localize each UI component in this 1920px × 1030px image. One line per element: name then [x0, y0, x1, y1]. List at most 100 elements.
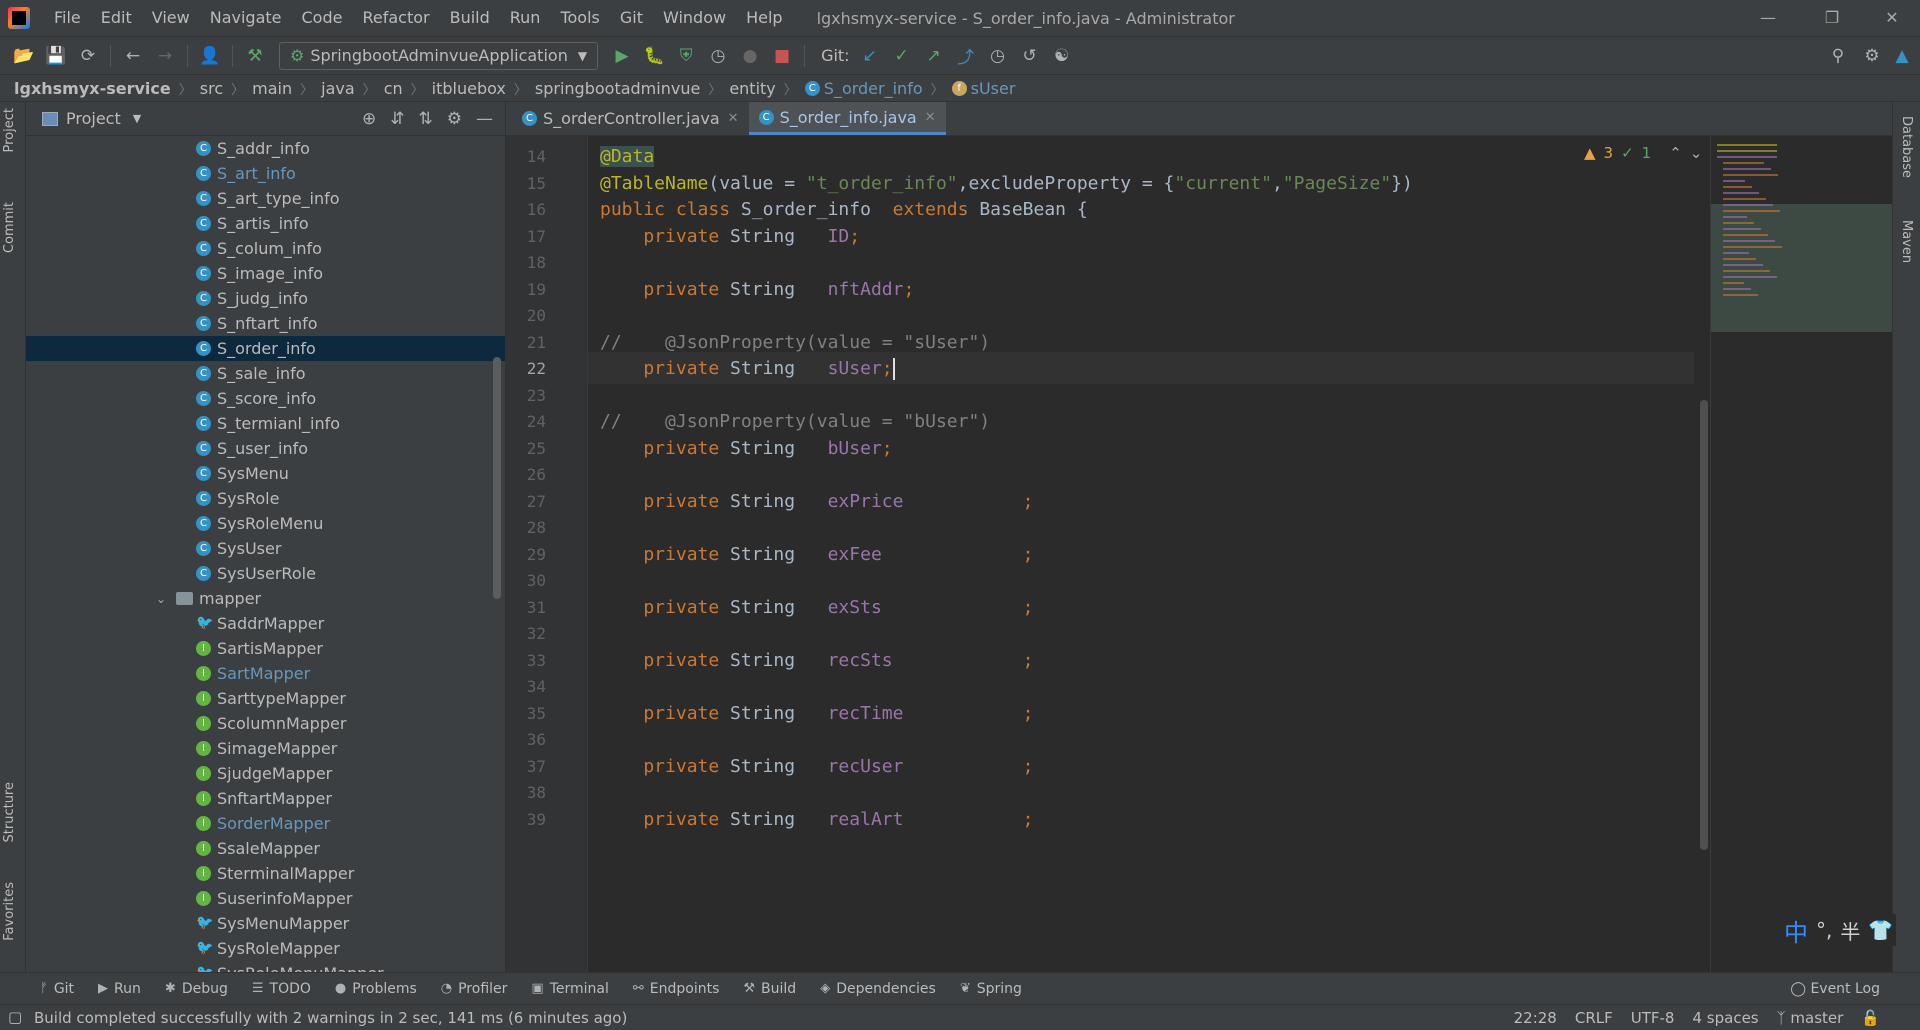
- profile-icon[interactable]: ◷: [704, 42, 732, 70]
- tree-item[interactable]: I SnftartMapper: [26, 786, 505, 811]
- close-window-icon[interactable]: ✕: [1864, 0, 1920, 36]
- toolbox-icon[interactable]: ▲: [1888, 42, 1916, 70]
- stop-icon[interactable]: ■: [768, 42, 796, 70]
- tree-item[interactable]: C SysUser: [26, 536, 505, 561]
- lock-icon[interactable]: 🔓: [1861, 1009, 1880, 1027]
- status-message[interactable]: Build completed successfully with 2 warn…: [34, 1009, 627, 1027]
- tree-item[interactable]: I SsaleMapper: [26, 836, 505, 861]
- tool-window-git[interactable]: ᚠ Git: [40, 981, 74, 997]
- code-line[interactable]: // @JsonProperty(value = "bUser"): [600, 407, 990, 437]
- code-line[interactable]: private String exPrice ;: [600, 487, 1033, 517]
- git-branch[interactable]: ᛉ master: [1777, 1009, 1844, 1027]
- tool-window-terminal[interactable]: ▣ Terminal: [531, 981, 608, 997]
- tree-item[interactable]: 🐦 SysRoleMapper: [26, 936, 505, 961]
- menu-git[interactable]: Git: [610, 0, 653, 36]
- menu-tools[interactable]: Tools: [550, 0, 609, 36]
- tab-database[interactable]: Database: [1899, 116, 1914, 178]
- collapse-all-icon[interactable]: ⇅: [419, 109, 433, 129]
- code-line[interactable]: private String recSts ;: [600, 646, 1033, 676]
- tree-item[interactable]: C S_image_info: [26, 261, 505, 286]
- close-tab-icon[interactable]: ✕: [728, 111, 739, 126]
- menu-help[interactable]: Help: [736, 0, 792, 36]
- tree-item[interactable]: C SysUserRole: [26, 561, 505, 586]
- breadcrumb-item[interactable]: lgxhsmyx-service: [14, 79, 171, 98]
- code-line[interactable]: @Data: [600, 142, 655, 172]
- tree-item[interactable]: 🐦 SysMenuMapper: [26, 911, 505, 936]
- tree-item[interactable]: C SysMenu: [26, 461, 505, 486]
- tree-item[interactable]: 🐦SysRoleMenuMapper: [26, 961, 505, 972]
- code-line[interactable]: private String realArt ;: [600, 805, 1033, 835]
- file-encoding[interactable]: UTF-8: [1631, 1009, 1675, 1027]
- code-editor[interactable]: @Data @TableName(value = "t_order_info",e…: [588, 136, 1694, 972]
- code-line[interactable]: private String nftAddr;: [600, 275, 914, 305]
- code-minimap[interactable]: [1710, 136, 1893, 972]
- tree-item[interactable]: C S_sale_info: [26, 361, 505, 386]
- breadcrumb-item[interactable]: entity: [729, 79, 775, 98]
- tree-item[interactable]: I SartMapper: [26, 661, 505, 686]
- tool-window-spring[interactable]: ❦ Spring: [960, 981, 1022, 997]
- code-line[interactable]: private String recTime ;: [600, 699, 1033, 729]
- forward-icon[interactable]: →: [151, 42, 179, 70]
- tree-item[interactable]: C S_score_info: [26, 386, 505, 411]
- tree-item[interactable]: C S_artis_info: [26, 211, 505, 236]
- editor-scrollbar[interactable]: [1700, 400, 1708, 850]
- chevron-down-icon[interactable]: ⌄: [156, 592, 170, 606]
- editor-tab[interactable]: C S_orderController.java ✕: [512, 102, 749, 135]
- tree-item[interactable]: I ScolumnMapper: [26, 711, 505, 736]
- line-separator[interactable]: CRLF: [1575, 1009, 1613, 1027]
- close-tab-icon[interactable]: ✕: [925, 110, 936, 125]
- run-icon[interactable]: ▶: [608, 42, 636, 70]
- menu-build[interactable]: Build: [440, 0, 500, 36]
- tree-item[interactable]: C S_order_info: [26, 336, 505, 361]
- breadcrumb-item[interactable]: S_order_info: [824, 79, 923, 98]
- menu-refactor[interactable]: Refactor: [352, 0, 439, 36]
- tool-window-todo[interactable]: ☰ TODO: [252, 981, 311, 997]
- tree-item[interactable]: I SorderMapper: [26, 811, 505, 836]
- tree-item[interactable]: 🐦 SaddrMapper: [26, 611, 505, 636]
- code-line[interactable]: private String ID;: [600, 222, 860, 252]
- locate-icon[interactable]: ⊕: [362, 109, 376, 129]
- tree-item[interactable]: C SysRoleMenu: [26, 511, 505, 536]
- tree-item[interactable]: C S_user_info: [26, 436, 505, 461]
- debug-icon[interactable]: 🐛: [640, 42, 668, 70]
- user-icon[interactable]: 👤: [196, 42, 224, 70]
- tree-item[interactable]: C S_termianl_info: [26, 411, 505, 436]
- tab-favorites[interactable]: Favorites: [2, 882, 17, 941]
- tree-item[interactable]: I SuserinfoMapper: [26, 886, 505, 911]
- coverage-icon[interactable]: ⛨: [672, 42, 700, 70]
- git-commit-icon[interactable]: ✓: [888, 42, 916, 70]
- git-push-icon[interactable]: ↗: [920, 42, 948, 70]
- tab-maven[interactable]: Maven: [1899, 220, 1914, 263]
- tab-structure[interactable]: Structure: [2, 782, 17, 842]
- open-folder-icon[interactable]: 📂: [10, 42, 38, 70]
- build-hammer-icon[interactable]: ⚒: [241, 42, 269, 70]
- tree-item[interactable]: I SimageMapper: [26, 736, 505, 761]
- inspection-widget[interactable]: ▲ 3 ✓ 1 ⌃ ⌄: [1584, 144, 1702, 162]
- project-tree-scrollbar[interactable]: [493, 357, 501, 599]
- menu-file[interactable]: File: [44, 0, 91, 36]
- attach-icon[interactable]: ●: [736, 42, 764, 70]
- history-icon[interactable]: ◷: [984, 42, 1012, 70]
- next-highlight-icon[interactable]: ⌄: [1690, 144, 1703, 162]
- breadcrumb-item[interactable]: cn: [384, 79, 403, 98]
- tab-project[interactable]: Project: [2, 108, 17, 152]
- restore-icon[interactable]: ❐: [1804, 0, 1860, 36]
- breadcrumb-item[interactable]: springbootadminvue: [535, 79, 700, 98]
- breadcrumb-item[interactable]: java: [321, 79, 355, 98]
- code-line[interactable]: @TableName(value = "t_order_info",exclud…: [600, 169, 1413, 199]
- breadcrumb-item[interactable]: src: [200, 79, 223, 98]
- breadcrumb-item[interactable]: sUser: [971, 79, 1016, 98]
- git-update-icon[interactable]: ↙: [856, 42, 884, 70]
- code-line[interactable]: private String bUser;: [600, 434, 892, 464]
- tree-item[interactable]: C SysRole: [26, 486, 505, 511]
- code-line[interactable]: public class S_order_info extends BaseBe…: [600, 195, 1088, 225]
- tool-window-profiler[interactable]: ◔ Profiler: [441, 981, 508, 997]
- menu-navigate[interactable]: Navigate: [200, 0, 292, 36]
- breadcrumb-item[interactable]: main: [252, 79, 292, 98]
- code-line[interactable]: private String exFee ;: [600, 540, 1033, 570]
- caret-position[interactable]: 22:28: [1514, 1009, 1557, 1027]
- menu-edit[interactable]: Edit: [91, 0, 142, 36]
- save-all-icon[interactable]: 💾: [42, 42, 70, 70]
- menu-code[interactable]: Code: [292, 0, 353, 36]
- gear-icon[interactable]: ⚙: [1858, 42, 1886, 70]
